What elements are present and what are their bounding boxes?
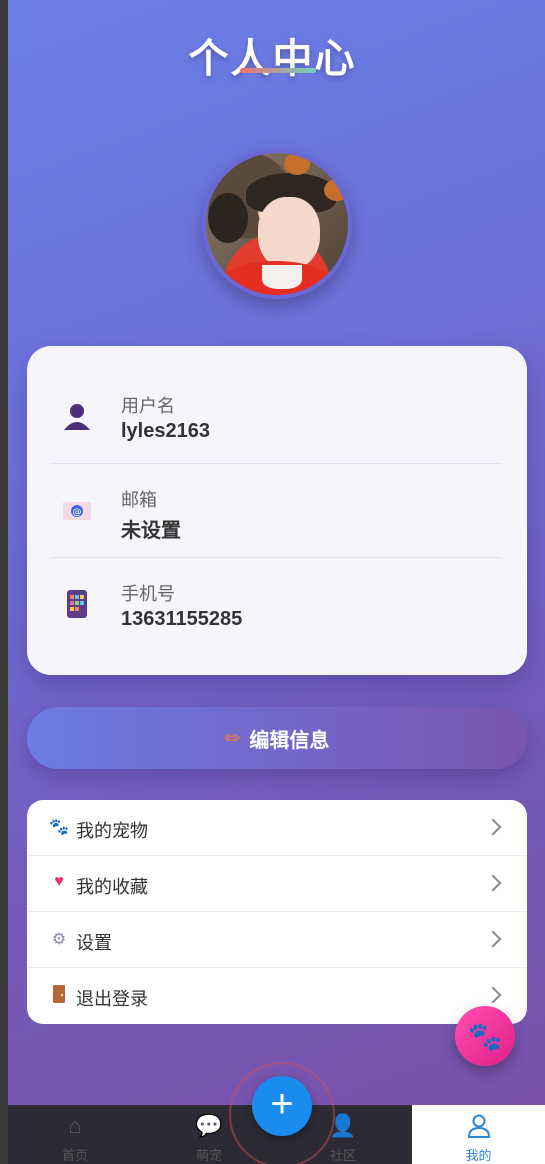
chevron-right-icon — [484, 818, 502, 836]
avatar-ear-left — [284, 153, 310, 175]
envelope-icon: @ — [61, 494, 93, 526]
profile-icon — [412, 1113, 545, 1145]
svg-text:@: @ — [73, 508, 82, 518]
paws-icon: 🐾 — [49, 819, 69, 836]
home-icon: ⌂ — [68, 1113, 82, 1138]
avatar-ear-right — [324, 179, 348, 201]
edit-info-label: 编辑信息 — [249, 729, 330, 752]
add-post-button[interactable]: + — [252, 1076, 312, 1136]
phone-label: 手机号 — [121, 584, 175, 604]
menu-item-label: 退出登录 — [76, 989, 148, 1009]
tab-mine[interactable]: 我的 — [412, 1105, 545, 1164]
menu-item-favorites[interactable]: ♥ 我的收藏 — [27, 856, 527, 912]
avatar-collar — [262, 265, 302, 289]
username-row: 用户名 lyles2163 — [51, 370, 501, 464]
menu-item-logout[interactable]: 退出登录 — [27, 968, 527, 1024]
header: 个人中心 — [0, 26, 545, 84]
email-row: @ 邮箱 未设置 — [51, 464, 501, 558]
chevron-right-icon — [484, 874, 502, 892]
email-label: 邮箱 — [121, 490, 157, 510]
phone-row: 手机号 13631155285 — [51, 558, 501, 652]
menu-item-settings[interactable]: ⚙ 设置 — [27, 912, 527, 968]
avatar[interactable] — [202, 149, 352, 299]
email-value: 未设置 — [121, 520, 181, 542]
avatar-face — [258, 197, 320, 269]
title-underline — [240, 68, 316, 73]
tab-label: 首页 — [61, 1148, 88, 1163]
username-label: 用户名 — [121, 396, 175, 416]
pencil-icon: ✏ — [224, 727, 242, 750]
tab-label: 我的 — [465, 1148, 492, 1163]
phone-icon — [61, 588, 93, 620]
menu-item-my-pets[interactable]: 🐾 我的宠物 — [27, 800, 527, 856]
phone-value: 13631155285 — [121, 608, 243, 630]
heart-icon: ♥ — [54, 873, 64, 890]
gear-icon: ⚙ — [51, 931, 67, 948]
menu-item-label: 我的宠物 — [76, 821, 148, 841]
tab-home[interactable]: ⌂ 首页 — [8, 1105, 142, 1164]
plus-icon: + — [270, 1082, 294, 1126]
menu-item-label: 设置 — [76, 933, 112, 953]
chevron-right-icon — [484, 986, 502, 1004]
avatar-hair — [208, 193, 248, 243]
menu-list: 🐾 我的宠物 ♥ 我的收藏 ⚙ 设置 退出登录 — [27, 800, 527, 1024]
door-icon — [49, 985, 69, 1008]
paw-floating-button[interactable]: 🐾 — [455, 1006, 515, 1066]
profile-info-card: 用户名 lyles2163 @ 邮箱 未设置 手机号 13631155285 — [27, 346, 527, 675]
page-title: 个人中心 — [188, 37, 357, 81]
username-value: lyles2163 — [121, 420, 210, 442]
edit-info-button[interactable]: ✏ 编辑信息 — [27, 707, 527, 769]
user-icon — [61, 400, 93, 432]
menu-item-label: 我的收藏 — [76, 877, 148, 897]
window-edge — [0, 0, 8, 1164]
paw-icon: 🐾 — [467, 1020, 503, 1052]
chevron-right-icon — [484, 930, 502, 948]
